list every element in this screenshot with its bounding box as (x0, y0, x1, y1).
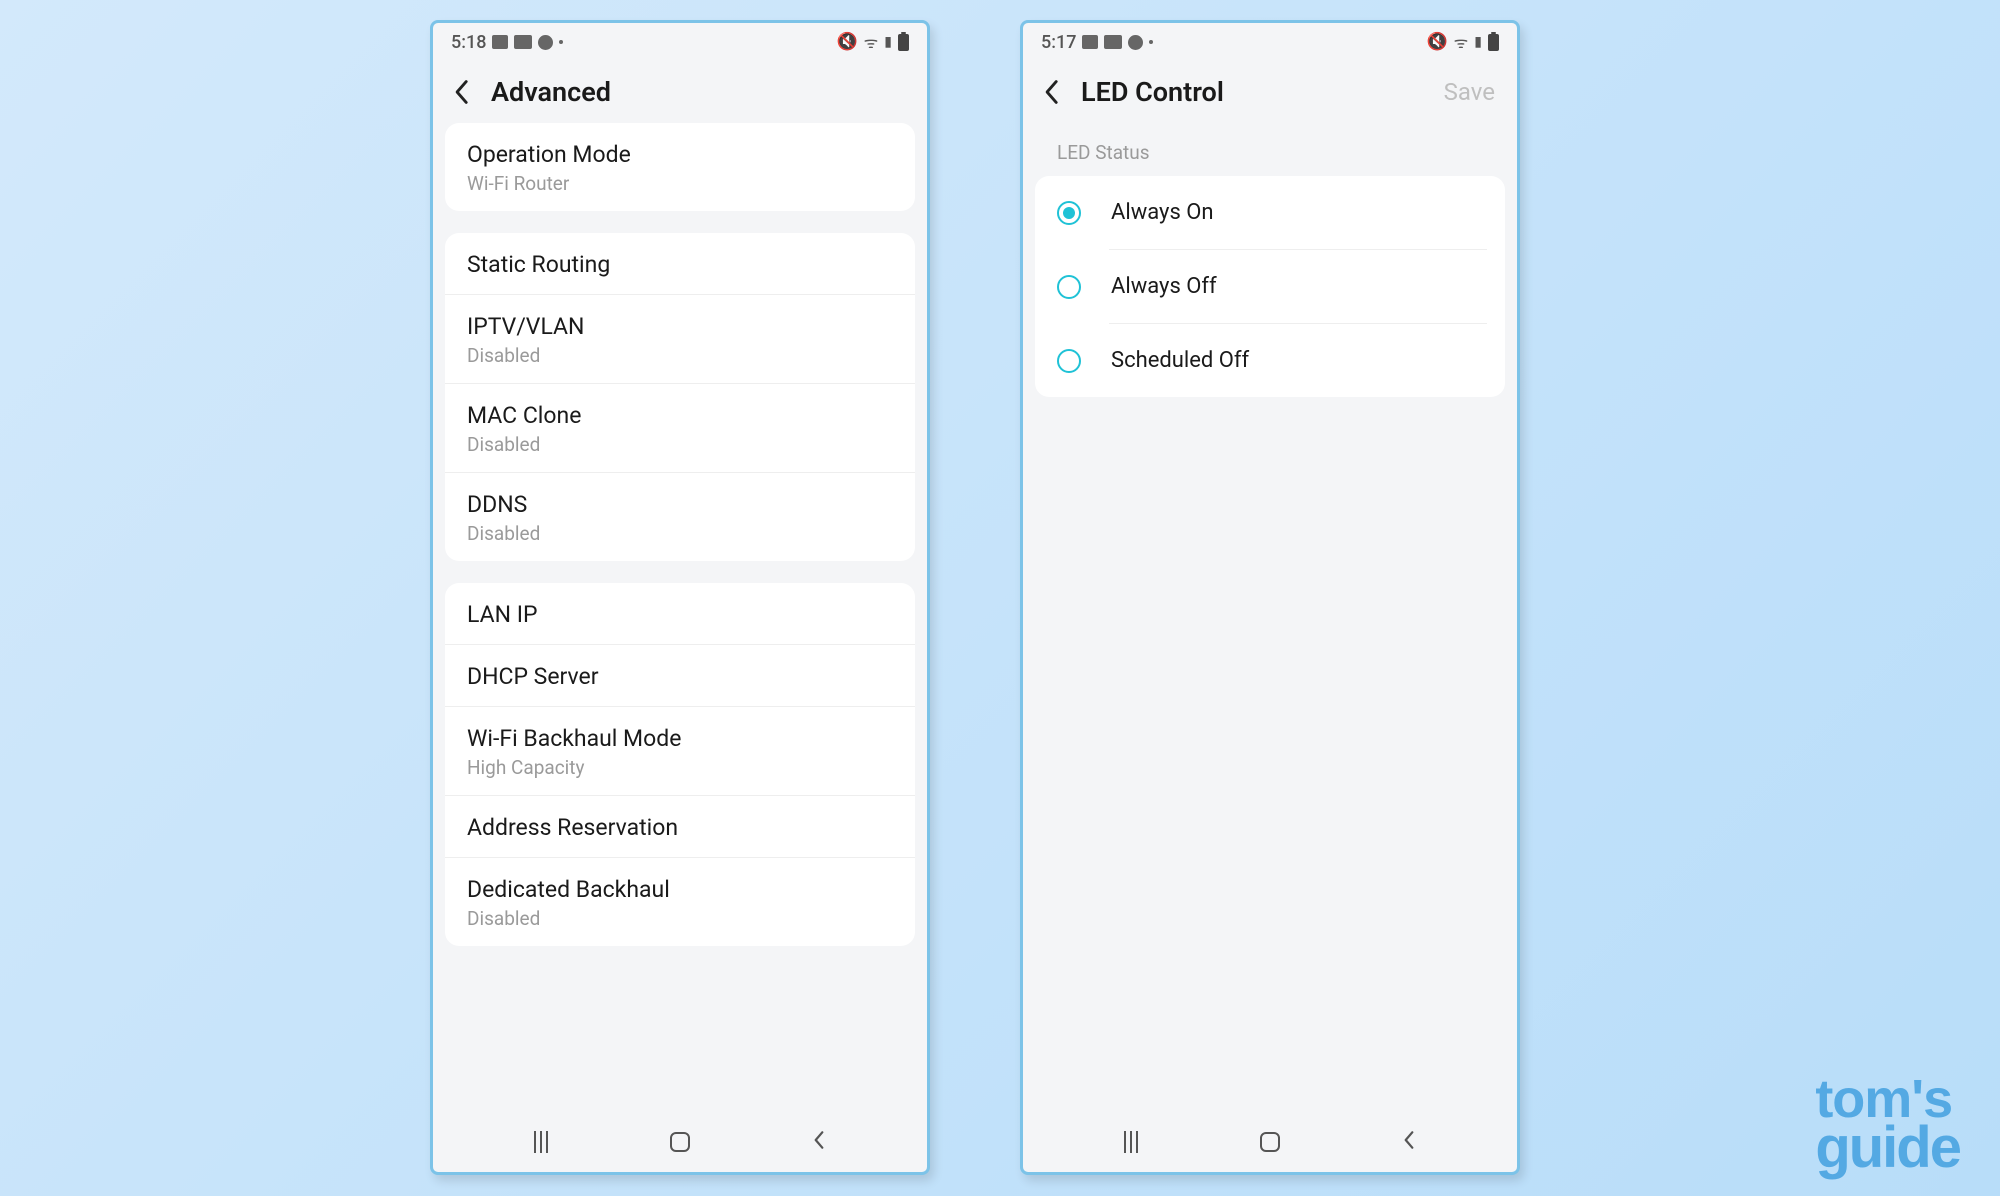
status-bar: 5:17 🔇 ᯤ ▮ (1023, 23, 1517, 61)
mute-icon: 🔇 (1427, 32, 1448, 52)
status-time: 5:18 (451, 32, 486, 53)
battery-icon (898, 34, 909, 51)
clock-icon (538, 35, 553, 50)
row-subtitle: Disabled (467, 344, 893, 367)
signal-icon: ▮ (884, 34, 892, 50)
led-status-options: Always On Always Off Scheduled Off (1035, 176, 1505, 397)
nav-recent-button[interactable] (534, 1131, 548, 1153)
radio-icon (1057, 349, 1081, 373)
phone-advanced: 5:18 🔇 ᯤ ▮ Advanced Operation Mo (430, 20, 930, 1175)
radio-label: Always Off (1111, 274, 1217, 299)
row-dedicated-backhaul[interactable]: Dedicated Backhaul Disabled (445, 858, 915, 946)
row-title: Wi-Fi Backhaul Mode (467, 725, 893, 752)
back-button[interactable] (447, 78, 475, 106)
nav-recent-button[interactable] (1124, 1131, 1138, 1153)
radio-always-off[interactable]: Always Off (1053, 250, 1487, 323)
watermark-logo: tom's guide (1815, 1077, 1960, 1172)
page-title: LED Control (1081, 76, 1428, 108)
row-title: DDNS (467, 491, 893, 518)
row-title: Dedicated Backhaul (467, 876, 893, 903)
radio-always-on[interactable]: Always On (1053, 176, 1487, 249)
battery-icon (1488, 34, 1499, 51)
back-button[interactable] (1037, 78, 1065, 106)
settings-group-2: Static Routing IPTV/VLAN Disabled MAC Cl… (445, 233, 915, 561)
row-wifi-backhaul[interactable]: Wi-Fi Backhaul Mode High Capacity (445, 707, 915, 796)
row-iptv-vlan[interactable]: IPTV/VLAN Disabled (445, 295, 915, 384)
page-title: Advanced (491, 76, 913, 108)
wifi-icon: ᯤ (1454, 31, 1469, 53)
more-dot-icon (1149, 40, 1153, 44)
radio-scheduled-off[interactable]: Scheduled Off (1053, 324, 1487, 397)
chevron-left-icon (1402, 1129, 1416, 1151)
row-ddns[interactable]: DDNS Disabled (445, 473, 915, 561)
row-title: Operation Mode (467, 141, 893, 168)
radio-icon (1057, 275, 1081, 299)
radio-icon (1057, 201, 1081, 225)
row-subtitle: Wi-Fi Router (467, 172, 893, 195)
save-button[interactable]: Save (1444, 78, 1503, 106)
app-header: Advanced (433, 61, 927, 123)
chevron-left-icon (812, 1129, 826, 1151)
app-header: LED Control Save (1023, 61, 1517, 123)
row-title: MAC Clone (467, 402, 893, 429)
watermark-line2: guide (1815, 1123, 1960, 1172)
more-dot-icon (559, 40, 563, 44)
phone-led-control: 5:17 🔇 ᯤ ▮ LED Control Save LED Status (1020, 20, 1520, 1175)
radio-label: Scheduled Off (1111, 348, 1249, 373)
row-title: Address Reservation (467, 814, 893, 841)
radio-label: Always On (1111, 200, 1214, 225)
row-dhcp-server[interactable]: DHCP Server (445, 645, 915, 707)
nav-back-button[interactable] (812, 1129, 826, 1155)
image-icon (1082, 35, 1098, 49)
row-title: DHCP Server (467, 663, 893, 690)
row-subtitle: Disabled (467, 907, 893, 930)
nav-back-button[interactable] (1402, 1129, 1416, 1155)
settings-group-1: Operation Mode Wi-Fi Router (445, 123, 915, 211)
android-nav-bar (1023, 1112, 1517, 1172)
row-address-reservation[interactable]: Address Reservation (445, 796, 915, 858)
row-subtitle: High Capacity (467, 756, 893, 779)
chevron-left-icon (453, 79, 469, 105)
row-mac-clone[interactable]: MAC Clone Disabled (445, 384, 915, 473)
row-operation-mode[interactable]: Operation Mode Wi-Fi Router (445, 123, 915, 211)
nav-home-button[interactable] (1260, 1132, 1280, 1152)
row-subtitle: Disabled (467, 522, 893, 545)
card-icon (514, 35, 532, 49)
status-bar: 5:18 🔇 ᯤ ▮ (433, 23, 927, 61)
clock-icon (1128, 35, 1143, 50)
nav-home-button[interactable] (670, 1132, 690, 1152)
wifi-icon: ᯤ (864, 31, 879, 53)
row-title: LAN IP (467, 601, 893, 628)
row-title: IPTV/VLAN (467, 313, 893, 340)
mute-icon: 🔇 (837, 32, 858, 52)
chevron-left-icon (1043, 79, 1059, 105)
status-time: 5:17 (1041, 32, 1076, 53)
row-title: Static Routing (467, 251, 893, 278)
row-static-routing[interactable]: Static Routing (445, 233, 915, 295)
row-subtitle: Disabled (467, 433, 893, 456)
card-icon (1104, 35, 1122, 49)
section-label: LED Status (1035, 123, 1505, 176)
row-lan-ip[interactable]: LAN IP (445, 583, 915, 645)
settings-group-3: LAN IP DHCP Server Wi-Fi Backhaul Mode H… (445, 583, 915, 946)
signal-icon: ▮ (1474, 34, 1482, 50)
image-icon (492, 35, 508, 49)
android-nav-bar (433, 1112, 927, 1172)
